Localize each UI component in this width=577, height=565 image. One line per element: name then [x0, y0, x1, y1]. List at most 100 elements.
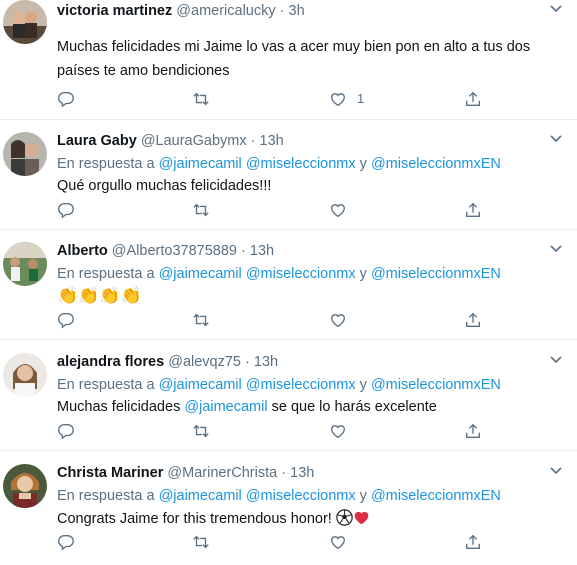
caret-down-icon[interactable] [549, 132, 563, 146]
reply-conjunction: y [359, 488, 367, 504]
tweet-actions [0, 200, 577, 220]
like-icon[interactable] [328, 89, 348, 109]
tweet-text-line: países te amo bendiciones [57, 63, 230, 79]
tweet-text: 👏👏👏👏 [57, 285, 142, 307]
caret-down-icon[interactable] [549, 2, 563, 16]
reply-conjunction: y [359, 266, 367, 282]
handle[interactable]: @americalucky [176, 3, 275, 19]
mention-link[interactable]: @jaimecamil [159, 488, 242, 504]
mention-link[interactable]: @miseleccionmx [246, 266, 356, 282]
avatar[interactable] [3, 0, 47, 44]
retweet-icon[interactable] [191, 532, 211, 552]
share-icon[interactable] [463, 421, 483, 441]
caret-down-icon[interactable] [549, 353, 563, 367]
mention-link[interactable]: @jaimecamil [159, 156, 242, 172]
tweet-actions [0, 310, 577, 330]
mention-link[interactable]: @miseleccionmxEN [371, 156, 501, 172]
display-name[interactable]: Laura Gaby [57, 133, 137, 149]
separator-dot: · [281, 465, 287, 481]
tweet-text: Qué orgullo muchas felicidades!!! [57, 177, 271, 195]
reply-icon[interactable] [56, 421, 76, 441]
tweet-text-line: se que lo harás excelente [271, 399, 437, 415]
reply-context: En respuesta a @jaimecamil @miseleccionm… [57, 265, 501, 283]
share-icon[interactable] [463, 532, 483, 552]
like-count: 1 [357, 91, 365, 106]
avatar[interactable] [3, 242, 47, 286]
tweet-text-line: Muchas felicidades mi Jaime lo vas a ace… [57, 39, 531, 55]
reply-icon[interactable] [56, 89, 76, 109]
handle[interactable]: @alevqz75 [168, 354, 241, 370]
avatar[interactable] [3, 132, 47, 176]
reply-context: En respuesta a @jaimecamil @miseleccionm… [57, 487, 501, 505]
share-icon[interactable] [463, 200, 483, 220]
separator-dot: · [250, 133, 256, 149]
handle[interactable]: @MarinerChrista [167, 465, 277, 481]
tweet-laura[interactable]: Laura Gaby @LauraGabymx · 13h En respues… [0, 120, 577, 230]
tweet-text-line: Muchas felicidades [57, 399, 181, 415]
mention-link[interactable]: @miseleccionmx [246, 156, 356, 172]
tweet-actions [0, 421, 577, 441]
reply-context: En respuesta a @jaimecamil @miseleccionm… [57, 155, 501, 173]
mention-link[interactable]: @miseleccionmxEN [371, 488, 501, 504]
handle[interactable]: @Alberto37875889 [112, 243, 237, 259]
mention-link[interactable]: @miseleccionmxEN [371, 266, 501, 282]
tweet-alejandra[interactable]: alejandra flores @alevqz75 · 13h En resp… [0, 341, 577, 451]
tweet-text-line: Qué orgullo muchas felicidades!!! [57, 178, 272, 194]
like-icon[interactable] [328, 310, 348, 330]
timestamp[interactable]: 13h [250, 243, 274, 259]
reply-feed: victoria martinez @americalucky · 3h Muc… [0, 0, 577, 565]
like-icon[interactable] [328, 200, 348, 220]
tweet-text: Congrats Jaime for this tremendous honor… [57, 509, 370, 528]
like-icon[interactable] [328, 421, 348, 441]
reply-icon[interactable] [56, 532, 76, 552]
soccer-ball-icon [336, 509, 353, 526]
mention-link[interactable]: @jaimecamil [159, 266, 242, 282]
reply-icon[interactable] [56, 200, 76, 220]
reply-context: En respuesta a @jaimecamil @miseleccionm… [57, 376, 501, 394]
separator-dot: · [245, 354, 250, 370]
mention-link[interactable]: @miseleccionmxEN [371, 377, 501, 393]
separator-dot: · [279, 3, 285, 19]
clapping-hands-emoji: 👏👏👏👏 [57, 286, 142, 305]
reply-prefix: En respuesta a [57, 156, 155, 172]
reply-prefix: En respuesta a [57, 266, 155, 282]
tweet-christa[interactable]: Christa Mariner @MarinerChrista · 13h En… [0, 452, 577, 565]
mention-link[interactable]: @miseleccionmx [246, 377, 356, 393]
avatar[interactable] [3, 464, 47, 508]
caret-down-icon[interactable] [549, 242, 563, 256]
separator-dot: · [241, 243, 246, 259]
tweet-text: Muchas felicidades @jaimecamil se que lo… [57, 398, 437, 416]
tweet-actions [0, 532, 577, 552]
like-icon[interactable] [328, 532, 348, 552]
timestamp[interactable]: 13h [260, 133, 284, 149]
tweet-text: países te amo bendiciones [57, 62, 230, 80]
handle[interactable]: @LauraGabymx [141, 133, 247, 149]
tweet-text-line: Congrats Jaime for this tremendous honor… [57, 511, 332, 527]
share-icon[interactable] [463, 310, 483, 330]
display-name[interactable]: Christa Mariner [57, 465, 163, 481]
timestamp[interactable]: 13h [254, 354, 278, 370]
mention-link[interactable]: @miseleccionmx [246, 488, 356, 504]
display-name[interactable]: victoria martinez [57, 3, 172, 19]
reply-prefix: En respuesta a [57, 488, 155, 504]
mention-link[interactable]: @jaimecamil [159, 377, 242, 393]
retweet-icon[interactable] [191, 421, 211, 441]
display-name[interactable]: Alberto [57, 243, 108, 259]
heart-emoji-icon [354, 511, 369, 525]
mention-link[interactable]: @jaimecamil [184, 399, 267, 415]
retweet-icon[interactable] [191, 89, 211, 109]
tweet-victoria[interactable]: victoria martinez @americalucky · 3h Muc… [0, 0, 577, 120]
reply-conjunction: y [359, 377, 367, 393]
display-name[interactable]: alejandra flores [57, 354, 164, 370]
reply-icon[interactable] [56, 310, 76, 330]
share-icon[interactable] [463, 89, 483, 109]
retweet-icon[interactable] [191, 310, 211, 330]
timestamp[interactable]: 3h [289, 3, 305, 19]
tweet-alberto[interactable]: Alberto @Alberto37875889 · 13h En respue… [0, 230, 577, 340]
tweet-text: Muchas felicidades mi Jaime lo vas a ace… [57, 38, 530, 56]
reply-conjunction: y [359, 156, 367, 172]
caret-down-icon[interactable] [549, 464, 563, 478]
avatar[interactable] [3, 353, 47, 397]
timestamp[interactable]: 13h [290, 465, 314, 481]
retweet-icon[interactable] [191, 200, 211, 220]
